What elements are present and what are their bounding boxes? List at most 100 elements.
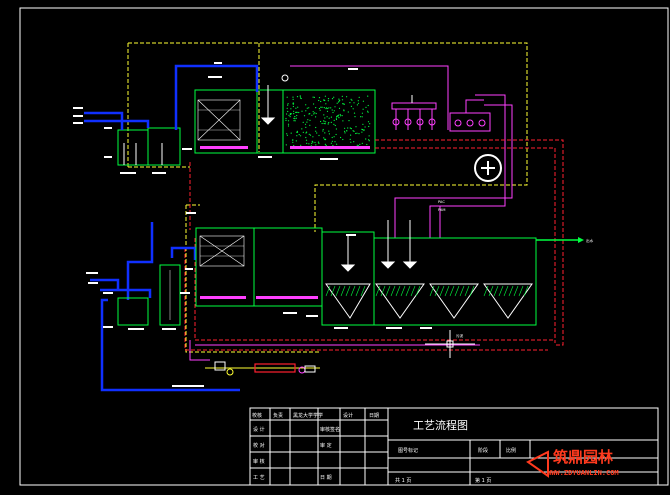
sludge-label: 污泥 <box>456 333 464 338</box>
media-dot <box>350 98 352 100</box>
media-dot <box>319 109 321 111</box>
hatch-line <box>503 285 509 297</box>
hatch-line <box>444 285 450 297</box>
media-dot <box>339 113 341 116</box>
media-dot <box>355 132 357 135</box>
hatch-line <box>400 285 406 297</box>
media-dot <box>323 120 325 122</box>
media-dot <box>318 97 321 99</box>
media-dot <box>293 144 295 147</box>
media-dot <box>336 102 338 104</box>
media-dot <box>353 141 355 143</box>
media-dot <box>323 122 325 125</box>
chemical-feed-lines <box>290 65 513 238</box>
media-dot <box>338 107 341 109</box>
hatch-line <box>395 285 401 297</box>
media-dot <box>366 143 368 146</box>
media-dot <box>328 117 330 119</box>
crosshair-cursor <box>425 330 475 358</box>
media-dot <box>332 144 334 147</box>
media-dot <box>334 141 336 143</box>
media-dot <box>292 141 294 143</box>
media-dot <box>287 120 290 122</box>
media-dot <box>339 115 342 117</box>
media-dot <box>317 141 320 143</box>
media-dot <box>320 100 322 103</box>
lower-bioreactor <box>195 227 537 326</box>
tb-stage-label: 阶段 <box>478 447 488 454</box>
media-dot <box>285 119 287 121</box>
tb-row4-sign: 日 期 <box>320 475 332 481</box>
media-dot <box>330 107 332 109</box>
media-dot <box>323 99 325 101</box>
media-dot <box>294 120 296 122</box>
media-dot <box>324 143 326 145</box>
upper-regulating-tanks <box>117 127 181 166</box>
tb-row2-sign: 审 定 <box>320 442 332 449</box>
hatch-line <box>464 285 470 297</box>
media-dot <box>302 131 304 133</box>
media-dot <box>367 104 369 107</box>
media-dot <box>312 141 314 143</box>
media-dot <box>306 142 308 144</box>
zoom-cursor-icon[interactable] <box>474 154 502 182</box>
media-dot <box>324 123 326 125</box>
tb-cell-date: 日期 <box>369 413 379 419</box>
media-dot <box>356 104 358 106</box>
media-dot <box>362 123 364 125</box>
media-dot <box>330 121 332 123</box>
lower-aerators <box>200 296 318 299</box>
media-dot <box>303 115 306 117</box>
media-dot <box>290 108 292 110</box>
hatch-line <box>390 285 396 297</box>
tb-total-pages: 共 1 页 <box>395 477 411 484</box>
media-dot <box>347 111 349 113</box>
media-dot <box>322 128 324 131</box>
media-dot <box>358 133 360 135</box>
media-dot <box>286 134 288 136</box>
media-dot <box>335 117 337 119</box>
media-dot <box>333 123 335 125</box>
media-dot <box>292 96 294 98</box>
media-dot <box>312 96 314 98</box>
tb-cell-owner: 负责 <box>273 412 283 419</box>
watermark-url: WWW.ZDYUANLIN.COM <box>547 469 619 477</box>
media-dot <box>338 98 340 100</box>
media-dot <box>334 124 336 127</box>
media-dot <box>327 107 329 110</box>
media-dot <box>295 111 297 113</box>
media-dot <box>299 95 301 97</box>
media-dot <box>341 95 343 97</box>
media-dot <box>335 128 337 130</box>
media-dot <box>327 123 329 125</box>
media-dot <box>344 132 346 134</box>
hatch-line <box>498 285 504 297</box>
media-dot <box>287 103 289 105</box>
media-dot <box>369 123 371 125</box>
watermark-logo: 筑鼎园林 WWW.ZDYUANLIN.COM <box>526 448 619 478</box>
media-dot <box>337 114 340 116</box>
media-dot <box>315 107 317 109</box>
hatch-line <box>518 285 524 297</box>
media-dot <box>348 120 350 122</box>
media-dot <box>309 134 312 136</box>
media-dot <box>357 100 359 102</box>
hatch-line <box>350 285 356 297</box>
media-dot <box>325 144 327 147</box>
media-dot <box>286 96 288 98</box>
media-dot <box>296 96 299 98</box>
media-dot <box>293 120 295 122</box>
media-dot <box>318 134 320 137</box>
media-dot <box>314 141 316 144</box>
hatch-line <box>513 285 519 297</box>
media-dot <box>285 144 287 146</box>
media-dot <box>346 96 348 98</box>
media-dot <box>313 96 315 98</box>
media-dot <box>330 142 332 144</box>
media-dot <box>352 130 354 132</box>
upper-bioreactor <box>194 89 376 154</box>
media-dot <box>312 111 314 113</box>
media-dot <box>349 127 351 129</box>
media-dot <box>365 106 367 108</box>
lower-mixers <box>340 220 418 272</box>
